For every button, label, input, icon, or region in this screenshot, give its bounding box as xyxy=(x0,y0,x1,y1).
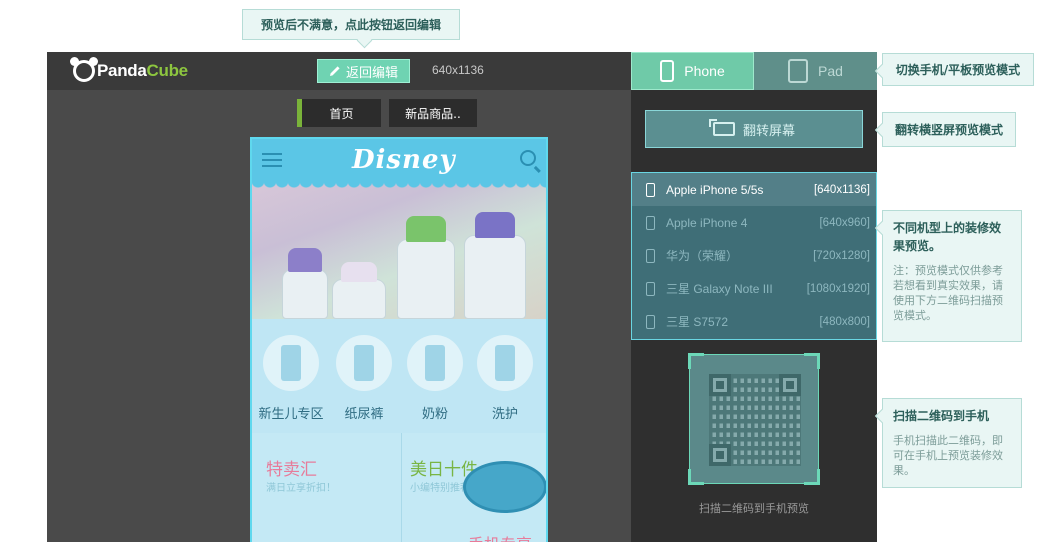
phone-icon xyxy=(646,215,655,230)
promo-flash-sale[interactable]: 特卖汇 满日立享折扣！ xyxy=(252,433,400,542)
search-icon[interactable] xyxy=(520,150,536,166)
rotate-screen-button[interactable]: 翻转屏幕 xyxy=(645,110,863,148)
logo-part1: Panda xyxy=(97,61,147,80)
phone-icon xyxy=(646,314,655,329)
qr-caption: 扫描二维码到手机预览 xyxy=(699,502,809,515)
logo-part2: Cube xyxy=(146,61,189,80)
promo-subtitle: 满日立享折扣！ xyxy=(266,483,336,494)
device-mode-tabs: Phone Pad xyxy=(631,52,877,90)
category-row: 新生儿专区 纸尿裤 奶粉 洗护 xyxy=(252,319,546,433)
preview-settings-panel: Phone Pad 翻转屏幕 Apple iPhone 5/5s [640x11… xyxy=(631,52,877,542)
promo-daily-ten[interactable]: 美日十件 小编特别推荐 手机专享 xyxy=(401,433,546,542)
category-label: 奶粉 xyxy=(421,407,448,422)
phone-icon xyxy=(646,182,655,197)
back-edit-callout: 预览后不满意，点此按钮返回编辑 xyxy=(242,9,460,40)
device-list: Apple iPhone 5/5s [640x1136] Apple iPhon… xyxy=(631,172,877,340)
category-newborn[interactable]: 新生儿专区 xyxy=(258,335,324,422)
device-name: 三星 S7572 xyxy=(666,315,729,329)
category-label: 纸尿裤 xyxy=(344,407,384,422)
tab-phone-label: Phone xyxy=(684,63,725,79)
device-samsung-s7572[interactable]: 三星 S7572 [480x800] xyxy=(632,305,876,338)
qr-callout-body: 手机扫描此二维码，即可在手机上预览装修效果。 xyxy=(893,434,1003,477)
category-formula[interactable]: 奶粉 xyxy=(402,335,468,422)
promo-mobile-exclusive: 手机专享 xyxy=(468,531,532,542)
nav-tab-new-products[interactable]: 新品商品.. xyxy=(389,99,477,127)
devices-callout-body: 注：预览模式仅供参考若想看到真实效果，请使用下方二维码扫描预览模式。 xyxy=(893,264,1003,322)
qr-code-box xyxy=(688,353,820,485)
top-bar: PandaCube 返回编辑 640x1136 xyxy=(47,52,631,90)
device-name: 华为（荣耀） xyxy=(666,249,739,263)
tablet-icon xyxy=(788,59,809,83)
category-image xyxy=(477,335,533,391)
tab-pad[interactable]: Pad xyxy=(754,52,877,90)
nav-tab-home[interactable]: 首页 xyxy=(297,99,381,127)
preview-stage: 首页 新品商品.. Disney 新生儿专区 纸尿裤 奶粉 洗护 特卖汇 满日立… xyxy=(47,90,631,542)
qr-code-icon xyxy=(709,374,801,466)
devices-callout-head: 不同机型上的装修效果预览。 xyxy=(893,221,1002,253)
phone-icon xyxy=(646,248,655,263)
brand-logo: Disney xyxy=(352,145,456,175)
preview-page: 预览后不满意，点此按钮返回编辑 PandaCube 返回编辑 640x1136 … xyxy=(0,0,1042,550)
device-resolution: [1080x1920] xyxy=(806,282,870,295)
device-iphone-4[interactable]: Apple iPhone 4 [640x960] xyxy=(632,206,876,239)
device-iphone-5[interactable]: Apple iPhone 5/5s [640x1136] xyxy=(632,173,876,206)
panda-logo-icon xyxy=(70,57,98,82)
phone-icon xyxy=(660,60,675,82)
pencil-icon xyxy=(329,66,340,76)
logo: PandaCube xyxy=(70,57,188,84)
product-bottle xyxy=(332,262,386,319)
category-bath[interactable]: 洗护 xyxy=(472,335,538,422)
rotate-button-label: 翻转屏幕 xyxy=(742,123,795,139)
promo-subtitle: 小编特别推荐 xyxy=(410,483,470,494)
device-resolution: [720x1280] xyxy=(813,249,870,262)
device-resolution: [640x960] xyxy=(819,216,870,229)
device-name: 三星 Galaxy Note III xyxy=(666,282,773,296)
category-label: 新生儿专区 xyxy=(258,407,324,422)
resolution-label: 640x1136 xyxy=(432,63,484,77)
tab-pad-label: Pad xyxy=(818,63,843,79)
promo-title: 特卖汇 xyxy=(266,460,317,480)
phone-header: Disney xyxy=(252,139,546,181)
product-bottle xyxy=(397,216,455,319)
pool-image xyxy=(463,461,546,513)
promo-section: 特卖汇 满日立享折扣！ 美日十件 小编特别推荐 手机专享 xyxy=(252,433,546,542)
category-label: 洗护 xyxy=(491,407,518,422)
qr-callout: 扫描二维码到手机 手机扫描此二维码，即可在手机上预览装修效果。 xyxy=(882,398,1022,488)
qr-callout-head: 扫描二维码到手机 xyxy=(893,409,990,423)
banner-image[interactable] xyxy=(252,181,546,319)
phone-icon xyxy=(646,281,655,296)
page-nav-tabs: 首页 新品商品.. xyxy=(297,99,477,127)
device-resolution: [480x800] xyxy=(819,315,870,328)
back-to-edit-button[interactable]: 返回编辑 xyxy=(317,59,410,83)
product-bottle xyxy=(282,248,328,319)
mode-switch-callout: 切换手机/平板预览模式 xyxy=(882,53,1034,86)
back-button-label: 返回编辑 xyxy=(345,65,398,81)
device-name: Apple iPhone 4 xyxy=(666,215,748,230)
tab-phone[interactable]: Phone xyxy=(631,52,754,90)
category-diapers[interactable]: 纸尿裤 xyxy=(331,335,397,422)
mode-callout-text: 切换手机/平板预览模式 xyxy=(895,63,1021,77)
menu-icon[interactable] xyxy=(262,153,282,167)
phone-preview: Disney 新生儿专区 纸尿裤 奶粉 洗护 特卖汇 满日立享折扣！ 美日十件 … xyxy=(250,137,548,542)
product-bottle xyxy=(464,212,526,319)
device-resolution: [640x1136] xyxy=(813,183,870,196)
rotate-callout-text: 翻转横竖屏预览模式 xyxy=(894,123,1003,137)
device-name: Apple iPhone 5/5s xyxy=(666,182,764,197)
rotate-icon xyxy=(708,119,735,136)
devices-callout: 不同机型上的装修效果预览。 注：预览模式仅供参考若想看到真实效果，请使用下方二维… xyxy=(882,210,1022,342)
category-image xyxy=(263,335,319,391)
device-galaxy-note[interactable]: 三星 Galaxy Note III [1080x1920] xyxy=(632,272,876,305)
category-image xyxy=(407,335,463,391)
device-huawei[interactable]: 华为（荣耀） [720x1280] xyxy=(632,239,876,272)
rotate-callout: 翻转横竖屏预览模式 xyxy=(882,112,1016,147)
category-image xyxy=(336,335,392,391)
logo-text: PandaCube xyxy=(97,61,188,81)
